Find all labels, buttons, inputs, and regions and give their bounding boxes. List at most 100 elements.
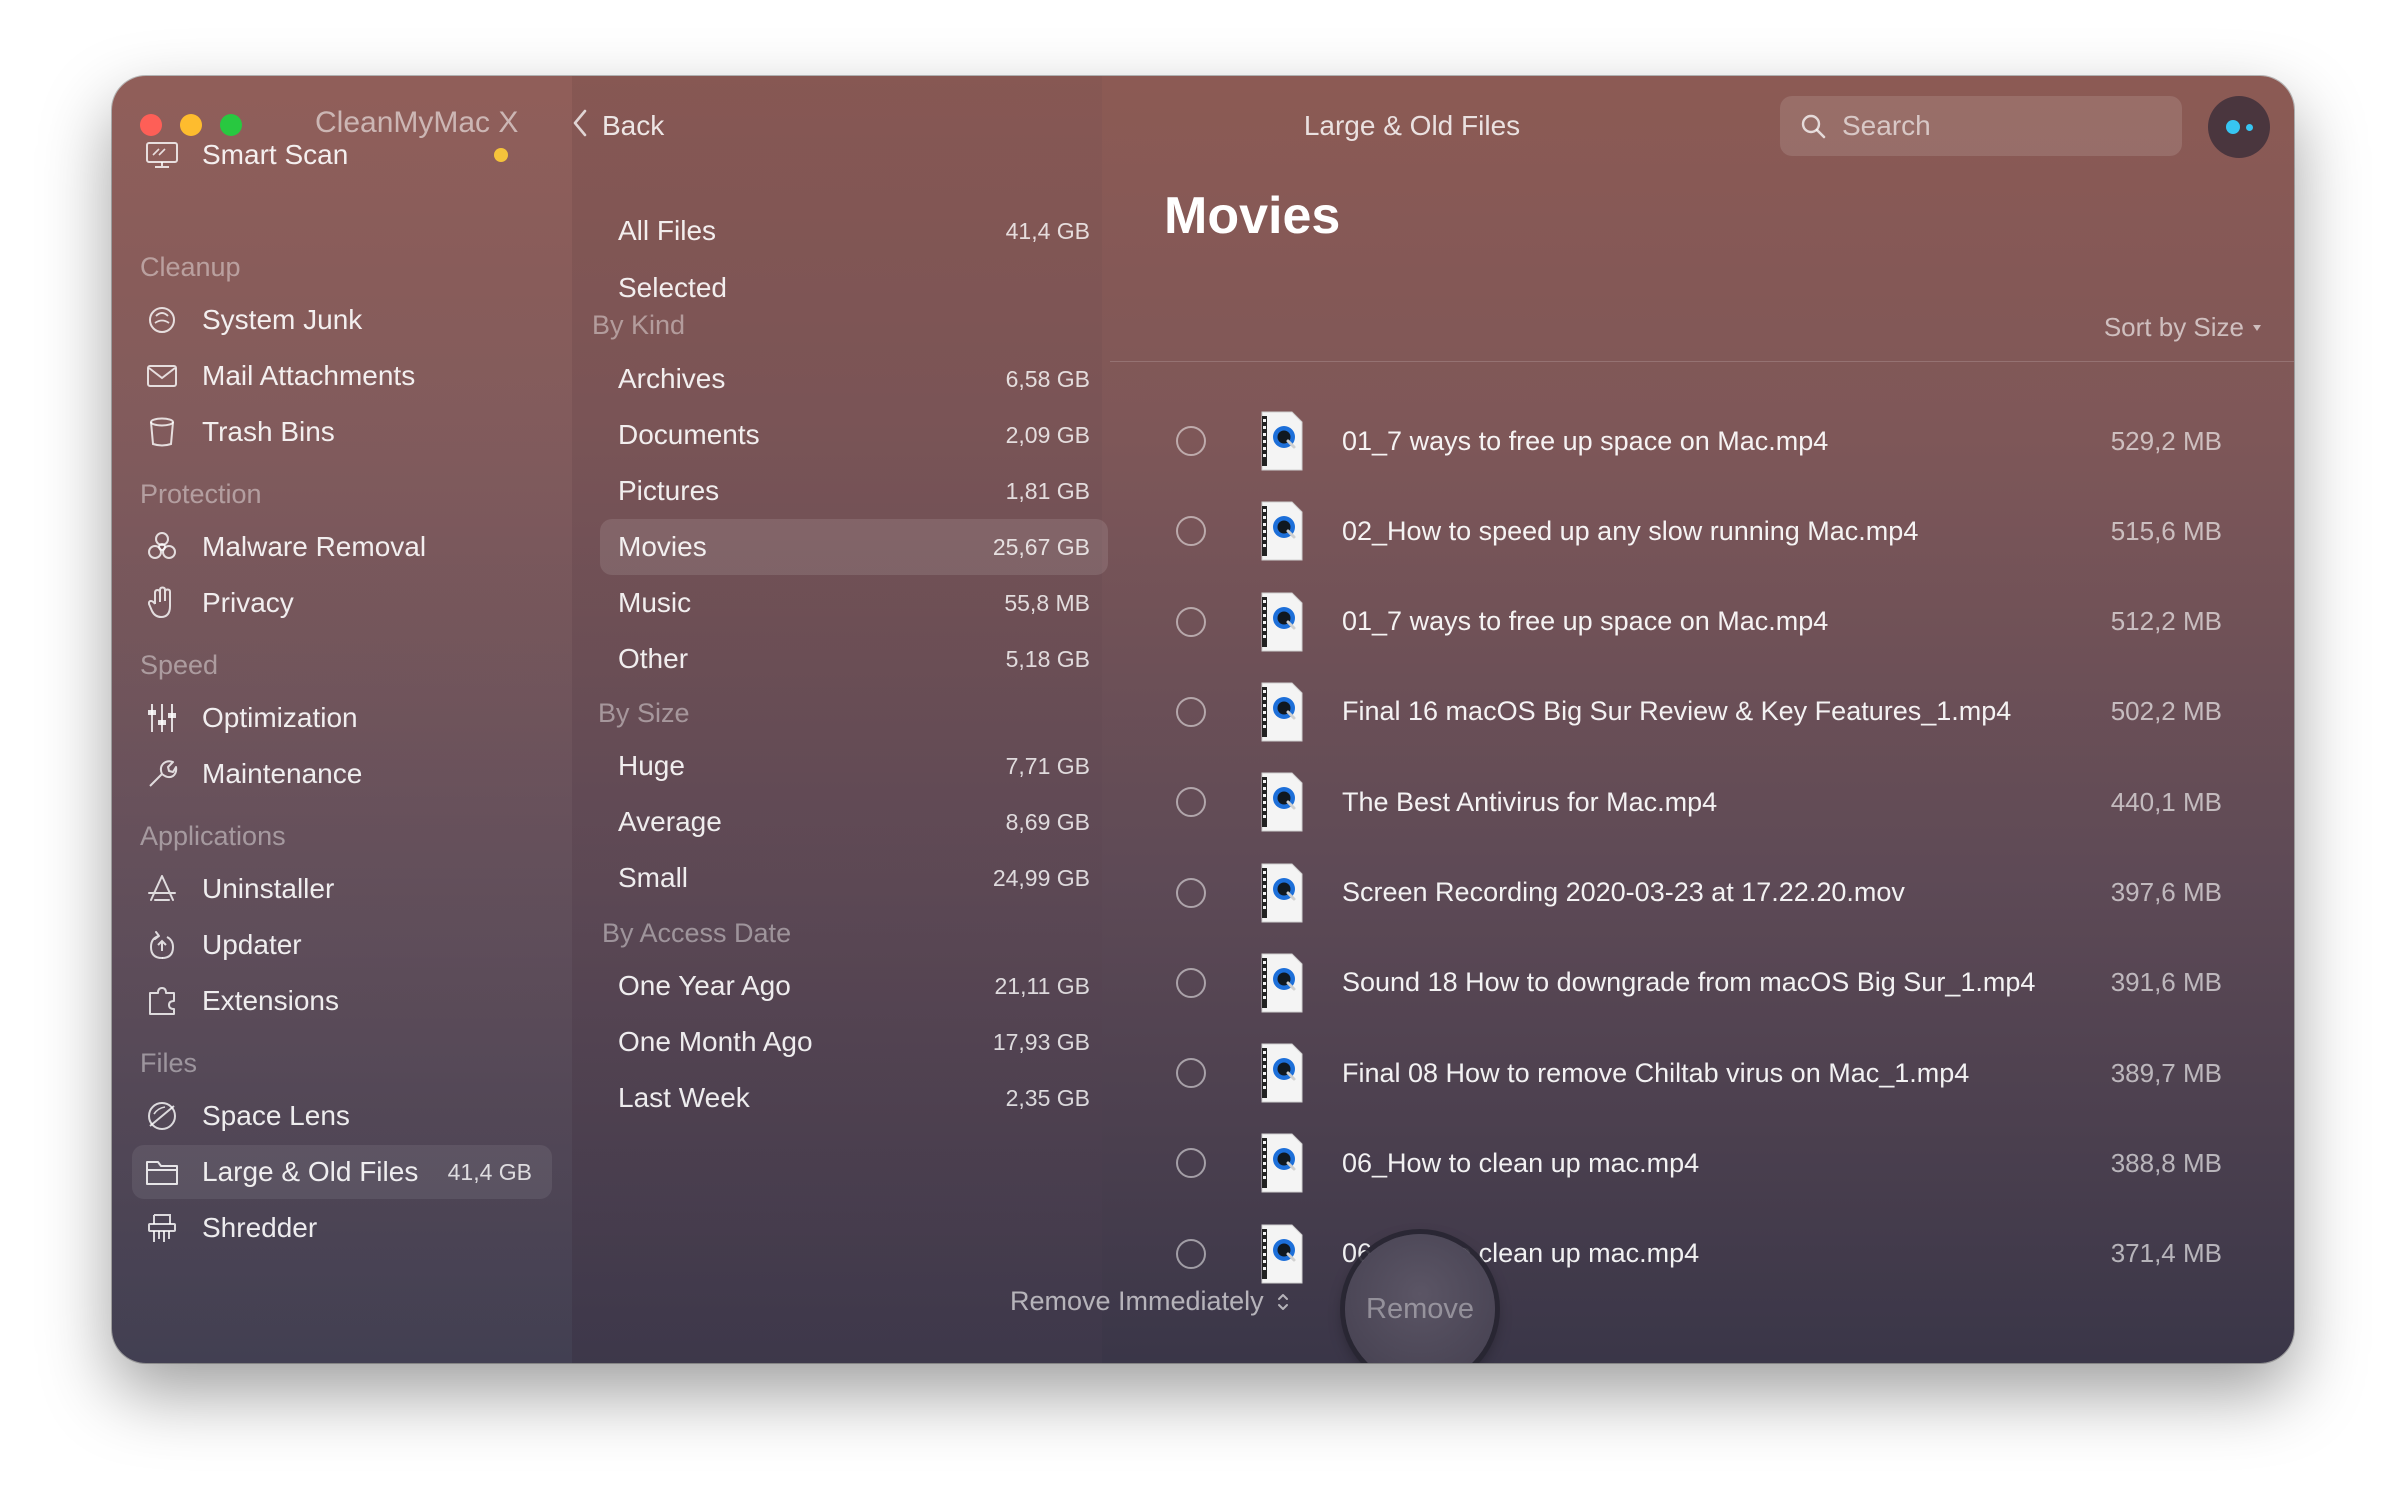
search-icon: [1800, 113, 1826, 139]
select-radio[interactable]: [1176, 1058, 1206, 1089]
category-size: 5,18 GB: [1005, 645, 1090, 672]
category-average[interactable]: Average 8,69 GB: [600, 794, 1108, 850]
sidebar-item-label: Optimization: [202, 702, 358, 733]
file-size: 515,6 MB: [2110, 515, 2222, 546]
sidebar-heading-applications: Applications: [140, 821, 286, 851]
assistant-button[interactable]: [2208, 96, 2270, 158]
file-row[interactable]: 06_How to clean up mac.mp4 371,4 MB: [1172, 1212, 2222, 1296]
category-label: One Month Ago: [618, 1026, 813, 1057]
category-documents[interactable]: Documents 2,09 GB: [600, 407, 1108, 463]
sidebar-item-space-lens[interactable]: Space Lens: [132, 1089, 552, 1143]
file-size: 391,6 MB: [2110, 967, 2222, 998]
category-other[interactable]: Other 5,18 GB: [600, 631, 1108, 687]
file-row[interactable]: 01_7 ways to free up space on Mac.mp4 529…: [1172, 399, 2222, 483]
category-music[interactable]: Music 55,8 MB: [600, 575, 1108, 631]
file-row[interactable]: Final 16 macOS Big Sur Review & Key Feat…: [1172, 670, 2222, 754]
category-size: 24,99 GB: [992, 864, 1090, 891]
file-row[interactable]: 06_How to clean up mac.mp4 388,8 MB: [1172, 1121, 2222, 1205]
search-input[interactable]: [1840, 109, 2164, 143]
sidebar-item-shredder[interactable]: Shredder: [132, 1201, 552, 1255]
video-file-icon: [1258, 500, 1306, 562]
hand-icon: [142, 583, 182, 623]
mail-icon: [142, 356, 182, 396]
category-size: 7,71 GB: [1005, 752, 1090, 779]
video-file-icon: [1258, 952, 1306, 1014]
back-button[interactable]: Back: [572, 106, 664, 146]
sidebar-item-label: Malware Removal: [202, 531, 427, 562]
sidebar-item-smart-scan[interactable]: Smart Scan: [132, 128, 552, 182]
sidebar-item-extensions[interactable]: Extensions: [132, 974, 552, 1028]
sidebar-item-uninstaller[interactable]: Uninstaller: [132, 862, 552, 916]
category-all-files[interactable]: All Files 41,4 GB: [600, 203, 1108, 259]
sidebar-item-maintenance[interactable]: Maintenance: [132, 747, 552, 801]
category-size: 2,09 GB: [1005, 421, 1090, 448]
shredder-icon: [142, 1208, 182, 1248]
file-row[interactable]: The Best Antivirus for Mac.mp4 440,1 MB: [1172, 760, 2222, 844]
select-radio[interactable]: [1176, 516, 1206, 547]
category-size: 1,81 GB: [1005, 477, 1090, 504]
file-row[interactable]: Sound 18 How to downgrade from macOS Big…: [1172, 941, 2222, 1025]
select-radio[interactable]: [1176, 1148, 1206, 1179]
file-size: 397,6 MB: [2110, 877, 2222, 907]
extensions-icon: [142, 981, 182, 1021]
category-movies[interactable]: Movies 25,67 GB: [600, 519, 1108, 575]
category-one-month-ago[interactable]: One Month Ago 17,93 GB: [600, 1014, 1108, 1070]
sidebar-item-optimization[interactable]: Optimization: [132, 691, 552, 745]
video-file-icon: [1258, 410, 1306, 472]
select-radio[interactable]: [1176, 877, 1206, 908]
app-window: CleanMyMac X Back Large & Old Files Smar…: [112, 76, 2294, 1363]
category-size: 41,4 GB: [1005, 217, 1090, 244]
updater-icon: [142, 925, 182, 965]
caret-down-icon: [2252, 324, 2262, 332]
category-label: Small: [618, 862, 689, 893]
folder-icon: [142, 1152, 182, 1192]
file-size: 389,7 MB: [2110, 1057, 2222, 1088]
select-radio[interactable]: [1176, 696, 1206, 727]
chevron-left-icon: [572, 109, 588, 144]
file-size: 529,2 MB: [2110, 425, 2222, 456]
file-name: Final 16 macOS Big Sur Review & Key Feat…: [1342, 696, 2012, 727]
category-pictures[interactable]: Pictures 1,81 GB: [600, 463, 1108, 519]
sidebar-item-privacy[interactable]: Privacy: [132, 576, 552, 630]
file-size: 371,4 MB: [2110, 1238, 2222, 1269]
category-selected[interactable]: Selected: [600, 260, 1108, 316]
file-row[interactable]: Screen Recording 2020-03-23 at 17.22.20.…: [1172, 851, 2222, 935]
monitor-scan-icon: [142, 135, 182, 175]
select-radio[interactable]: [1176, 1238, 1206, 1269]
category-small[interactable]: Small 24,99 GB: [600, 850, 1108, 906]
search-box[interactable]: [1780, 96, 2182, 156]
sidebar-item-updater[interactable]: Updater: [132, 918, 552, 972]
sidebar-item-mail-attachments[interactable]: Mail Attachments: [132, 349, 552, 403]
select-radio[interactable]: [1176, 967, 1206, 998]
category-huge[interactable]: Huge 7,71 GB: [600, 738, 1108, 794]
file-size: 388,8 MB: [2110, 1147, 2222, 1178]
sidebar-item-malware-removal[interactable]: Malware Removal: [132, 520, 552, 574]
sidebar-item-trash-bins[interactable]: Trash Bins: [132, 405, 552, 459]
sidebar-item-system-junk[interactable]: System Junk: [132, 293, 552, 347]
sidebar-item-label: Privacy: [202, 587, 294, 618]
file-size: 512,2 MB: [2110, 606, 2222, 637]
biohazard-icon: [142, 527, 182, 567]
remove-mode-label: Remove Immediately: [1010, 1286, 1264, 1316]
select-radio[interactable]: [1176, 787, 1206, 818]
page-title: Movies: [1164, 187, 1341, 245]
sort-dropdown[interactable]: Sort by Size: [2104, 312, 2262, 343]
divider: [1110, 361, 2294, 362]
file-row[interactable]: 01_7 ways to free up space on Mac.mp4 512…: [1172, 580, 2222, 664]
sidebar-item-label: Large & Old Files: [202, 1156, 419, 1187]
file-row[interactable]: 02_How to speed up any slow running Mac.…: [1172, 489, 2222, 573]
category-archives[interactable]: Archives 6,58 GB: [600, 351, 1108, 407]
select-radio[interactable]: [1176, 606, 1206, 637]
category-size: 2,35 GB: [1005, 1084, 1090, 1111]
category-one-year-ago[interactable]: One Year Ago 21,11 GB: [600, 958, 1108, 1014]
notification-dot: [494, 148, 508, 162]
window-title: Large & Old Files: [1303, 110, 1521, 141]
select-radio[interactable]: [1176, 426, 1206, 456]
remove-mode-select[interactable]: Remove Immediately: [1010, 1286, 1290, 1317]
sort-label: Sort by Size: [2103, 312, 2244, 342]
assistant-dot-icon: [2225, 120, 2240, 134]
file-row[interactable]: Final 08 How to remove Chiltab virus on …: [1172, 1031, 2222, 1115]
category-last-week[interactable]: Last Week 2,35 GB: [600, 1070, 1108, 1126]
file-name: The Best Antivirus for Mac.mp4: [1342, 786, 1718, 817]
sidebar-item-large-old-files[interactable]: Large & Old Files 41,4 GB: [132, 1145, 552, 1199]
